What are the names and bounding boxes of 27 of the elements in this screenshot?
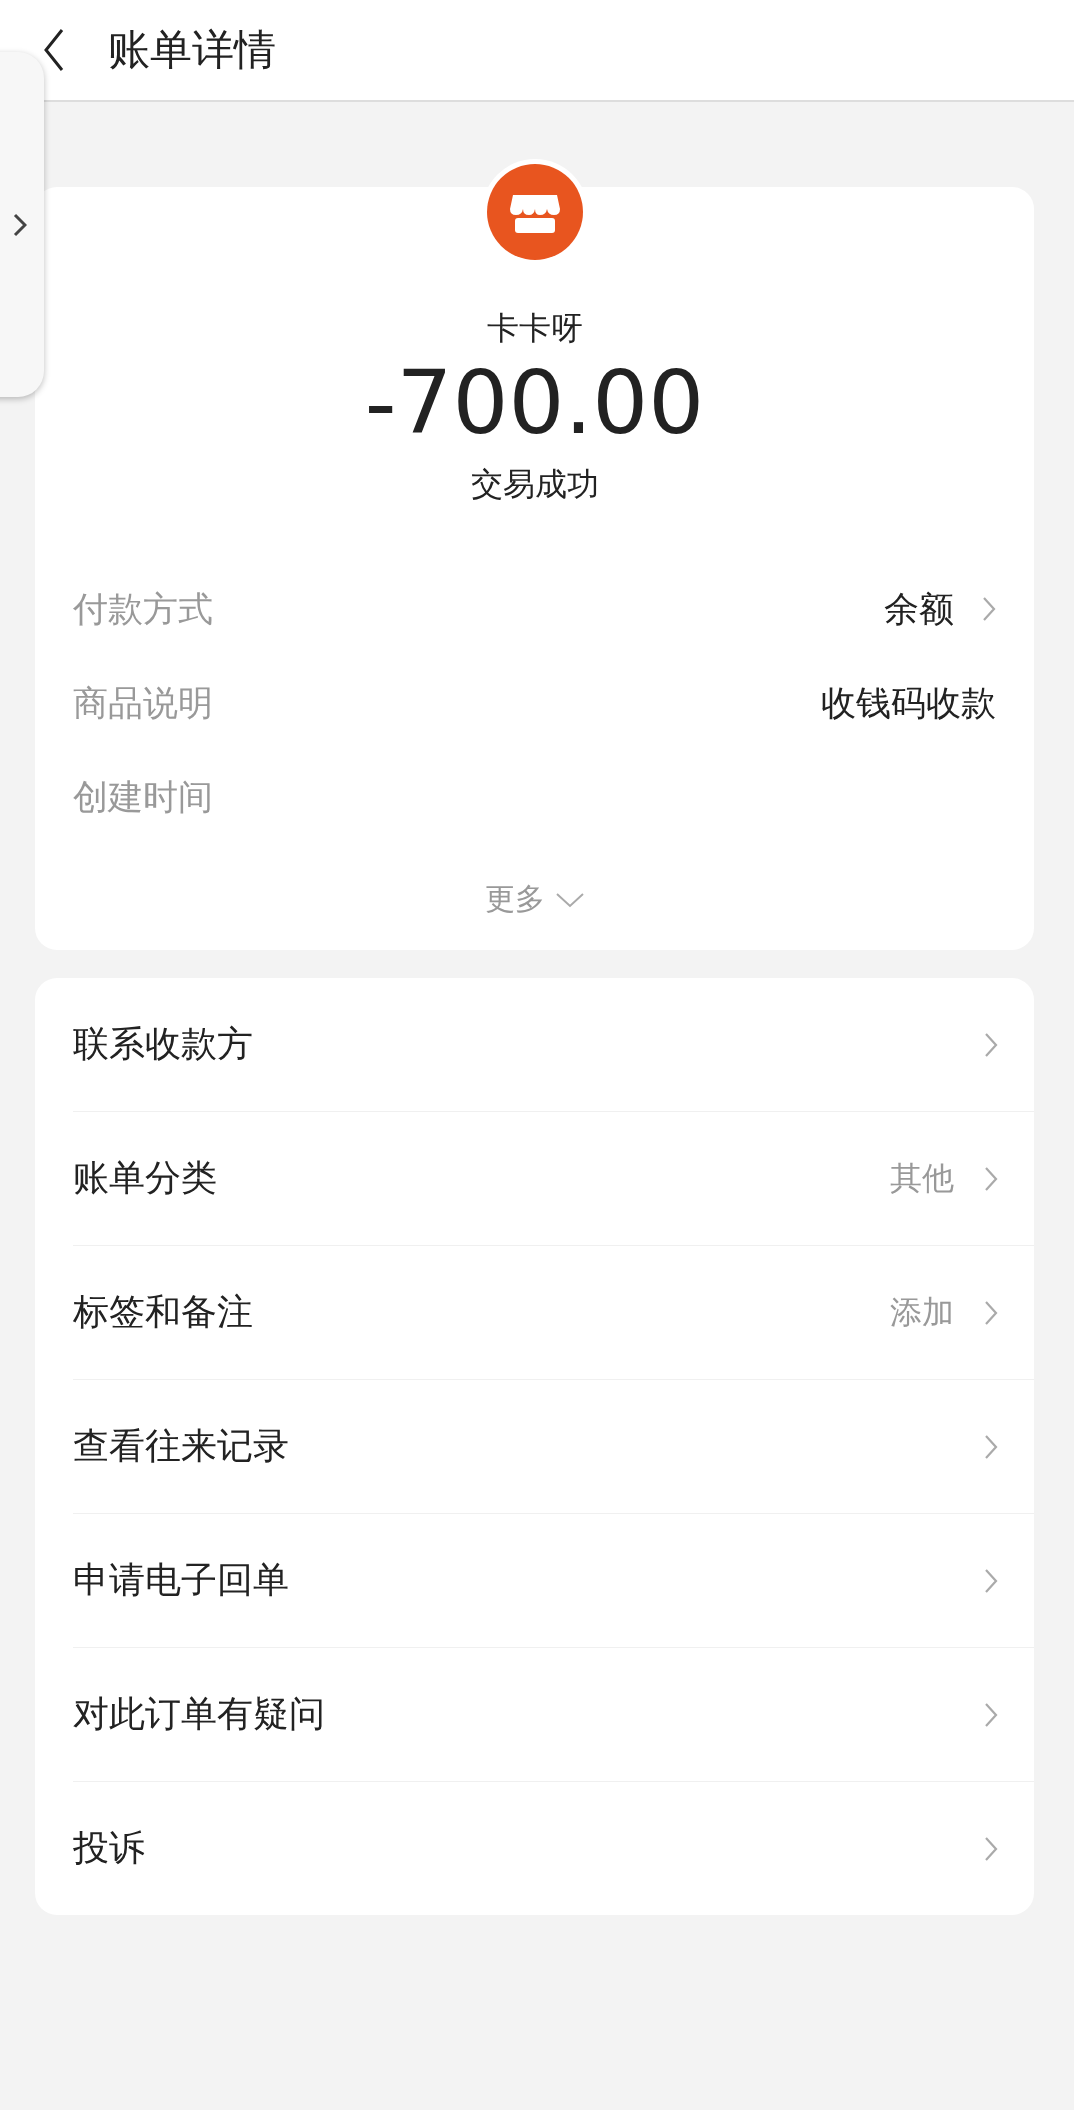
chevron-down-icon (554, 891, 585, 908)
merchant-name: 卡卡呀 (486, 308, 583, 349)
detail-label: 付款方式 (73, 587, 213, 631)
menu-item[interactable]: 查看往来记录 (73, 1380, 1034, 1515)
detail-value: 余额 (884, 587, 954, 631)
menu-item[interactable]: 标签和备注 添加 (73, 1246, 1034, 1381)
chevron-icon (984, 1299, 998, 1326)
menu-item[interactable]: 联系收款方 (73, 978, 1034, 1113)
detail-label: 创建时间 (73, 775, 213, 819)
menu-item[interactable]: 账单分类 其他 (73, 1112, 1034, 1247)
menu-item[interactable]: 申请电子回单 (73, 1514, 1034, 1649)
chevron-icon (984, 1835, 998, 1862)
chevron-icon (984, 1567, 998, 1594)
menu-item[interactable]: 对此订单有疑问 (73, 1648, 1034, 1783)
chevron-icon (984, 1165, 998, 1192)
amount: -700.00 (364, 357, 705, 450)
chevron-icon (984, 1433, 998, 1460)
chevron-icon (984, 1031, 998, 1058)
detail-label: 商品说明 (73, 681, 213, 725)
menu-item[interactable]: 投诉 (73, 1782, 1034, 1916)
chevron-icon (13, 212, 27, 237)
status-text: 交易成功 (470, 464, 599, 506)
chevron-icon (984, 1701, 998, 1728)
back-icon[interactable] (42, 28, 66, 72)
detail-value: 收钱码收款 (821, 681, 996, 725)
chevron-icon[interactable] (982, 596, 996, 623)
page-title: 账单详情 (108, 24, 276, 76)
